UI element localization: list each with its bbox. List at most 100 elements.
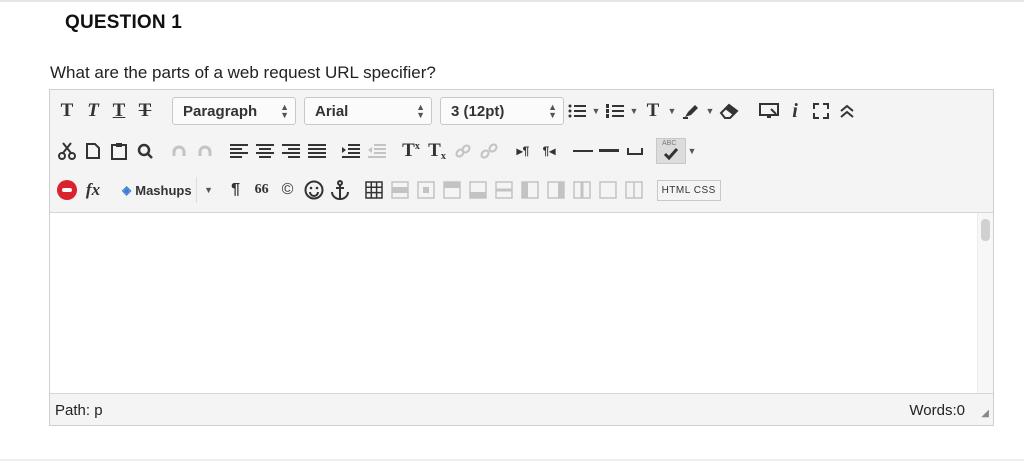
justify-button[interactable] bbox=[304, 138, 330, 164]
editor-content-area[interactable] bbox=[50, 213, 993, 393]
eraser-icon bbox=[719, 103, 739, 119]
insert-link-button[interactable] bbox=[450, 138, 476, 164]
table-cell-props-button[interactable] bbox=[413, 177, 439, 203]
clipboard-icon bbox=[111, 143, 127, 160]
indent-button[interactable] bbox=[338, 138, 364, 164]
chevron-down-icon[interactable]: ▼ bbox=[666, 106, 678, 116]
subscript-button[interactable]: Tx bbox=[424, 138, 450, 164]
copy-icon bbox=[86, 143, 100, 159]
anchor-icon bbox=[330, 180, 349, 200]
undo-icon bbox=[172, 145, 186, 156]
clear-formatting-button[interactable] bbox=[716, 98, 742, 124]
resize-handle-icon[interactable]: ◢ bbox=[981, 408, 989, 419]
blockquote-button[interactable]: 66 bbox=[249, 177, 275, 203]
double-chevron-up-icon bbox=[840, 104, 854, 118]
special-char-button[interactable]: © bbox=[275, 177, 301, 203]
ltr-button[interactable]: ▸ ¶ bbox=[510, 138, 536, 164]
editor-toolbar: T T T T Paragraph ▲ ▼ Arial ▲ ▼ 3 (12pt) ▲… bbox=[50, 90, 993, 213]
chevron-down-icon[interactable]: ▼ bbox=[628, 106, 640, 116]
rtl-button[interactable]: ¶ ◂ bbox=[536, 138, 562, 164]
bold-button[interactable]: T bbox=[54, 98, 80, 124]
paragraph-format-select[interactable]: Paragraph ▲ ▼ bbox=[172, 97, 296, 125]
insert-col-after-button[interactable] bbox=[543, 177, 569, 203]
dash-icon bbox=[599, 149, 619, 152]
delete-col-button[interactable] bbox=[569, 177, 595, 203]
info-button[interactable]: i bbox=[782, 98, 808, 124]
spellcheck-button[interactable]: ABC bbox=[656, 138, 686, 164]
scrollbar-thumb[interactable] bbox=[981, 219, 990, 241]
editor-scrollbar[interactable] bbox=[977, 213, 993, 393]
find-button[interactable] bbox=[132, 138, 158, 164]
indent-icon bbox=[342, 144, 360, 158]
table-icon bbox=[364, 181, 383, 199]
undo-button[interactable] bbox=[166, 138, 192, 164]
strikethrough-button[interactable]: T bbox=[132, 98, 158, 124]
bullet-list-button[interactable] bbox=[564, 98, 590, 124]
chevron-down-icon[interactable]: ▼ bbox=[203, 185, 215, 195]
nbsp-button[interactable] bbox=[622, 138, 648, 164]
mashups-menu[interactable]: ◈ Mashups bbox=[114, 177, 197, 203]
mashups-icon: ◈ bbox=[122, 183, 132, 197]
redo-icon bbox=[198, 145, 212, 156]
table-row-props-button[interactable] bbox=[387, 177, 413, 203]
horizontal-line-icon bbox=[573, 150, 593, 152]
expand-icon bbox=[813, 103, 829, 119]
formula-button[interactable]: fx bbox=[80, 177, 106, 203]
question-text: What are the parts of a web request URL … bbox=[50, 63, 436, 82]
bottom-divider bbox=[0, 459, 1024, 461]
align-center-button[interactable] bbox=[252, 138, 278, 164]
unlink-button[interactable] bbox=[476, 138, 502, 164]
search-icon bbox=[137, 143, 153, 159]
numbered-list-button[interactable] bbox=[602, 98, 628, 124]
em-dash-button[interactable] bbox=[596, 138, 622, 164]
emoticon-button[interactable] bbox=[301, 177, 327, 203]
highlighter-icon bbox=[683, 105, 698, 119]
insert-table-button[interactable] bbox=[361, 177, 387, 203]
numbered-list-icon bbox=[606, 104, 624, 118]
collapse-toolbar-button[interactable] bbox=[834, 98, 860, 124]
horizontal-rule-button[interactable] bbox=[570, 138, 596, 164]
font-size-select[interactable]: 3 (12pt) ▲ ▼ bbox=[440, 97, 564, 125]
paste-button[interactable] bbox=[106, 138, 132, 164]
scissors-icon bbox=[58, 142, 76, 160]
delete-row-button[interactable] bbox=[491, 177, 517, 203]
fullscreen-button[interactable] bbox=[808, 98, 834, 124]
outdent-icon bbox=[368, 144, 386, 158]
outdent-button[interactable] bbox=[364, 138, 390, 164]
anchor-button[interactable] bbox=[327, 177, 353, 203]
align-right-button[interactable] bbox=[278, 138, 304, 164]
redo-button[interactable] bbox=[192, 138, 218, 164]
rtl-icon: ◂ bbox=[549, 144, 556, 158]
justify-icon bbox=[308, 144, 326, 158]
split-cells-button[interactable] bbox=[595, 177, 621, 203]
chevron-down-icon[interactable]: ▼ bbox=[590, 106, 602, 116]
delete-col-icon bbox=[572, 181, 591, 199]
highlight-button[interactable] bbox=[678, 98, 704, 124]
paragraph-mark-button[interactable]: ¶ bbox=[223, 177, 249, 203]
chevron-down-icon[interactable]: ▼ bbox=[704, 106, 716, 116]
underline-button[interactable]: T bbox=[106, 98, 132, 124]
merge-cells-button[interactable] bbox=[621, 177, 647, 203]
bullet-list-icon bbox=[568, 104, 586, 118]
copy-button[interactable] bbox=[80, 138, 106, 164]
align-left-button[interactable] bbox=[226, 138, 252, 164]
insert-col-before-button[interactable] bbox=[517, 177, 543, 203]
cut-button[interactable] bbox=[54, 138, 80, 164]
record-button[interactable] bbox=[54, 177, 80, 203]
html-source-button[interactable]: HTML CSS bbox=[656, 179, 721, 201]
italic-button[interactable]: T bbox=[80, 98, 106, 124]
table-cell-icon bbox=[416, 181, 435, 199]
chevron-down-icon[interactable]: ▼ bbox=[686, 146, 698, 156]
preview-button[interactable] bbox=[756, 98, 782, 124]
word-count: Words:0 bbox=[909, 402, 965, 419]
top-divider bbox=[0, 0, 1024, 2]
rich-text-editor: T T T T Paragraph ▲ ▼ Arial ▲ ▼ 3 (12pt) ▲… bbox=[49, 89, 994, 426]
font-family-select[interactable]: Arial ▲ ▼ bbox=[304, 97, 432, 125]
text-color-button[interactable]: T bbox=[640, 98, 666, 124]
toolbar-row-1: T T T T Paragraph ▲ ▼ Arial ▲ ▼ 3 (12pt) ▲… bbox=[54, 96, 860, 126]
superscript-button[interactable]: Tx bbox=[398, 138, 424, 164]
row-after-icon bbox=[468, 181, 487, 199]
insert-row-after-button[interactable] bbox=[465, 177, 491, 203]
updown-arrows-icon: ▲ ▼ bbox=[280, 102, 289, 120]
insert-row-before-button[interactable] bbox=[439, 177, 465, 203]
